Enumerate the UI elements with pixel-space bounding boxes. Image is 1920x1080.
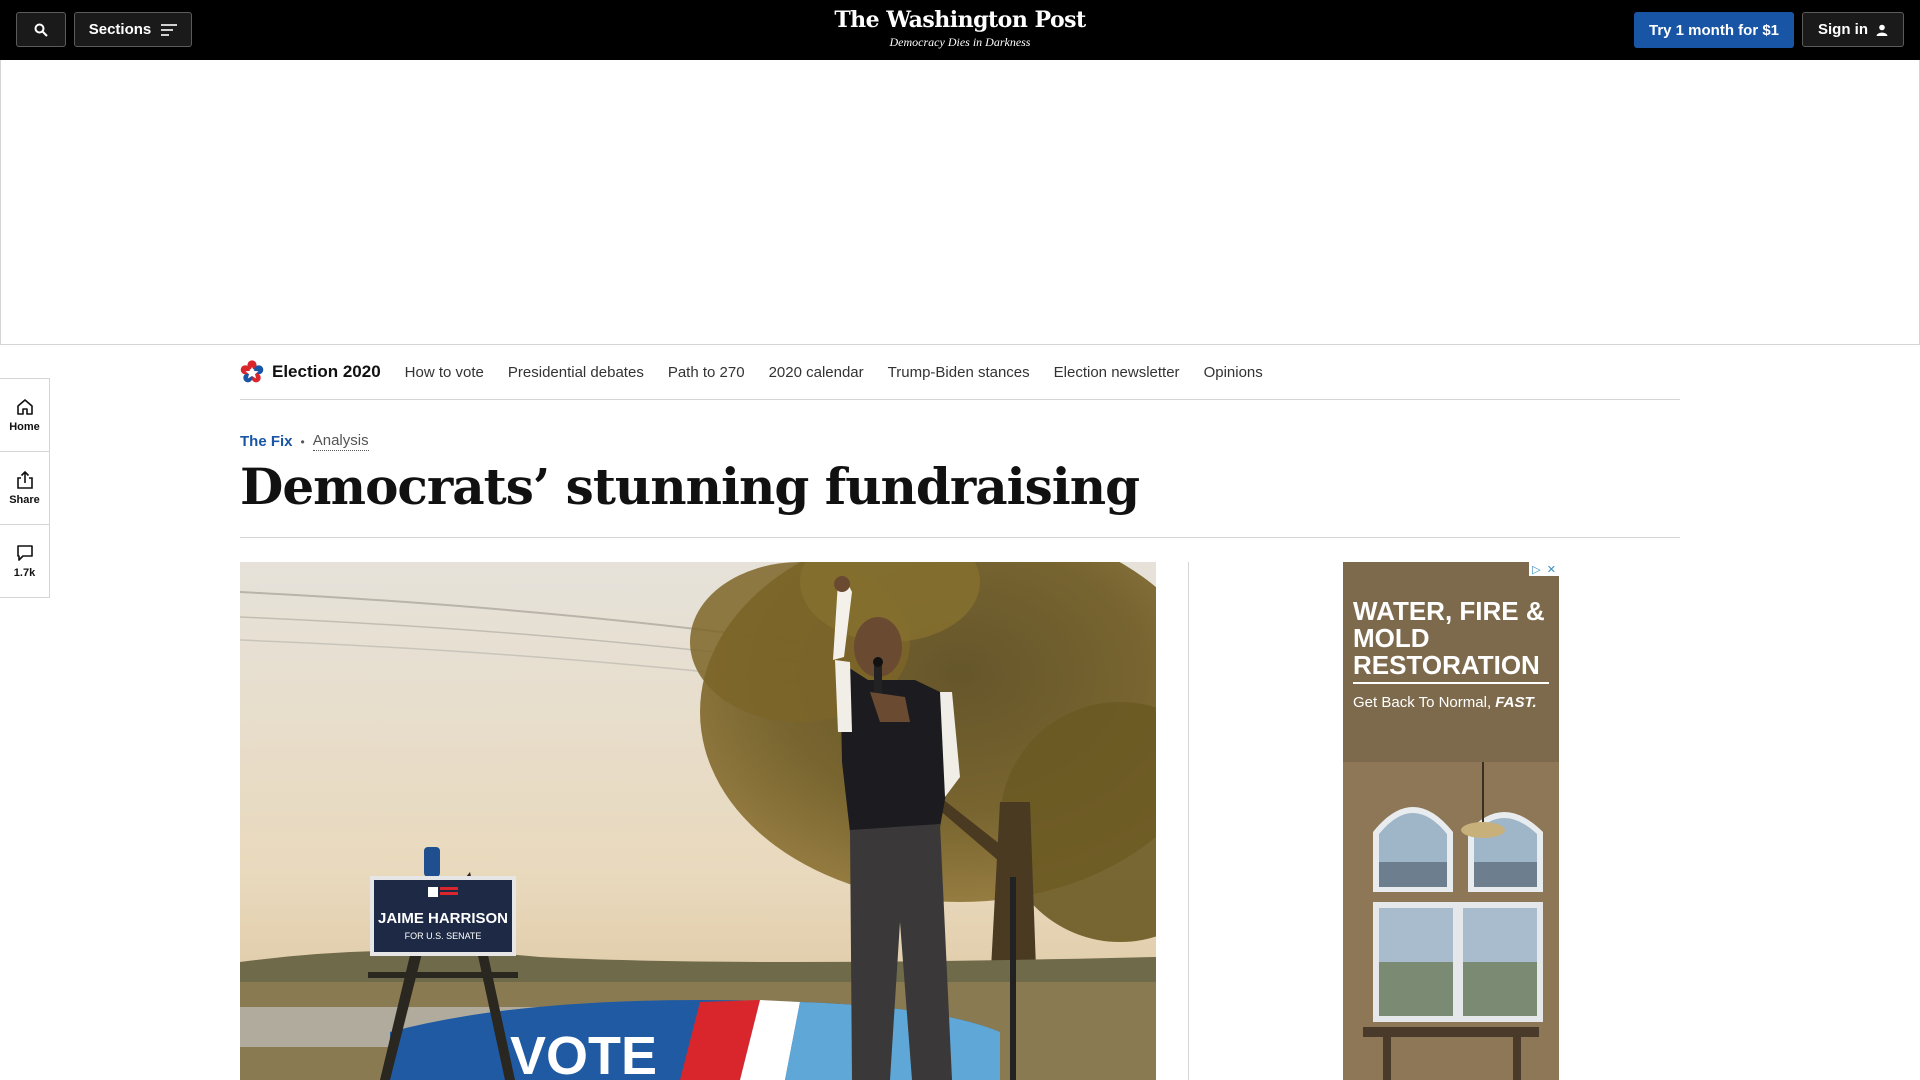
search-button[interactable] bbox=[16, 12, 66, 47]
ad-subtitle-text: Get Back To Normal, bbox=[1353, 694, 1492, 711]
nav-link-presidential-debates[interactable]: Presidential debates bbox=[508, 364, 644, 381]
article-lead-photo[interactable]: VOTE JAIME HARRISON FOR U.S. SENATE bbox=[240, 562, 1156, 1080]
sign-subtitle-text: FOR U.S. SENATE bbox=[405, 931, 482, 941]
comments-count: 1.7k bbox=[13, 566, 36, 579]
section-link[interactable]: The Fix bbox=[240, 433, 293, 450]
search-icon bbox=[34, 23, 48, 37]
banner-text: VOTE bbox=[510, 1026, 657, 1080]
content-divider bbox=[1188, 562, 1189, 1080]
election-nav: Election 2020 How to vote Presidential d… bbox=[240, 345, 1680, 400]
top-ad-slot bbox=[0, 60, 1920, 345]
nav-link-election-newsletter[interactable]: Election newsletter bbox=[1054, 364, 1180, 381]
comments-button[interactable]: 1.7k bbox=[0, 525, 49, 597]
election-star-icon bbox=[240, 360, 264, 383]
article-headline: Democrats’ stunning fundraising bbox=[240, 457, 1140, 516]
sections-label: Sections bbox=[88, 21, 152, 38]
sections-button[interactable]: Sections bbox=[74, 12, 192, 47]
share-label: Share bbox=[9, 493, 40, 506]
ad-info-icon[interactable]: ▷ bbox=[1532, 563, 1540, 576]
nav-link-trump-biden-stances[interactable]: Trump-Biden stances bbox=[888, 364, 1030, 381]
rally-photo-illustration: VOTE JAIME HARRISON FOR U.S. SENATE bbox=[240, 562, 1156, 1080]
home-button[interactable]: Home bbox=[0, 379, 49, 452]
top-bar: Sections The Washington Post Democracy D… bbox=[0, 0, 1920, 60]
nav-link-how-to-vote[interactable]: How to vote bbox=[405, 364, 484, 381]
election-nav-title: Election 2020 bbox=[272, 362, 381, 381]
ad-divider bbox=[1353, 682, 1549, 684]
nav-link-2020-calendar[interactable]: 2020 calendar bbox=[769, 364, 864, 381]
masthead-logo[interactable]: The Washington Post Democracy Dies in Da… bbox=[760, 6, 1160, 50]
ad-choices-badge[interactable]: ▷ ✕ bbox=[1529, 562, 1559, 576]
ad-headline: WATER, FIRE & MOLD RESTORATION bbox=[1353, 596, 1545, 680]
kicker-separator: • bbox=[300, 434, 305, 449]
home-icon bbox=[16, 398, 33, 415]
nav-link-opinions[interactable]: Opinions bbox=[1204, 364, 1263, 381]
article-kicker: The Fix • Analysis bbox=[240, 432, 369, 451]
sign-in-button[interactable]: Sign in bbox=[1802, 12, 1904, 47]
site-tagline: Democracy Dies in Darkness bbox=[889, 35, 1031, 49]
left-action-rail: Home Share 1.7k bbox=[0, 378, 50, 598]
user-icon bbox=[1876, 24, 1888, 36]
subscribe-button[interactable]: Try 1 month for $1 bbox=[1634, 12, 1794, 48]
comment-icon bbox=[16, 544, 33, 561]
ad-subtitle: Get Back To Normal, FAST. bbox=[1353, 694, 1553, 711]
home-label: Home bbox=[9, 420, 40, 433]
side-ad[interactable]: ▷ ✕ WATER, FIRE & MOLD RESTORATION Get B… bbox=[1343, 562, 1559, 1080]
site-logo[interactable]: The Washington Post bbox=[760, 6, 1160, 34]
sign-in-label: Sign in bbox=[1818, 21, 1868, 38]
share-button[interactable]: Share bbox=[0, 452, 49, 525]
headline-divider bbox=[240, 537, 1680, 538]
ad-close-icon[interactable]: ✕ bbox=[1547, 563, 1556, 576]
share-icon bbox=[16, 470, 33, 489]
analysis-label[interactable]: Analysis bbox=[312, 432, 369, 451]
nav-link-path-to-270[interactable]: Path to 270 bbox=[668, 364, 745, 381]
menu-icon bbox=[161, 23, 178, 36]
sign-name-text: JAIME HARRISON bbox=[378, 910, 508, 927]
election-brand[interactable]: Election 2020 bbox=[240, 360, 381, 384]
ad-subtitle-emphasis: FAST. bbox=[1495, 694, 1537, 711]
